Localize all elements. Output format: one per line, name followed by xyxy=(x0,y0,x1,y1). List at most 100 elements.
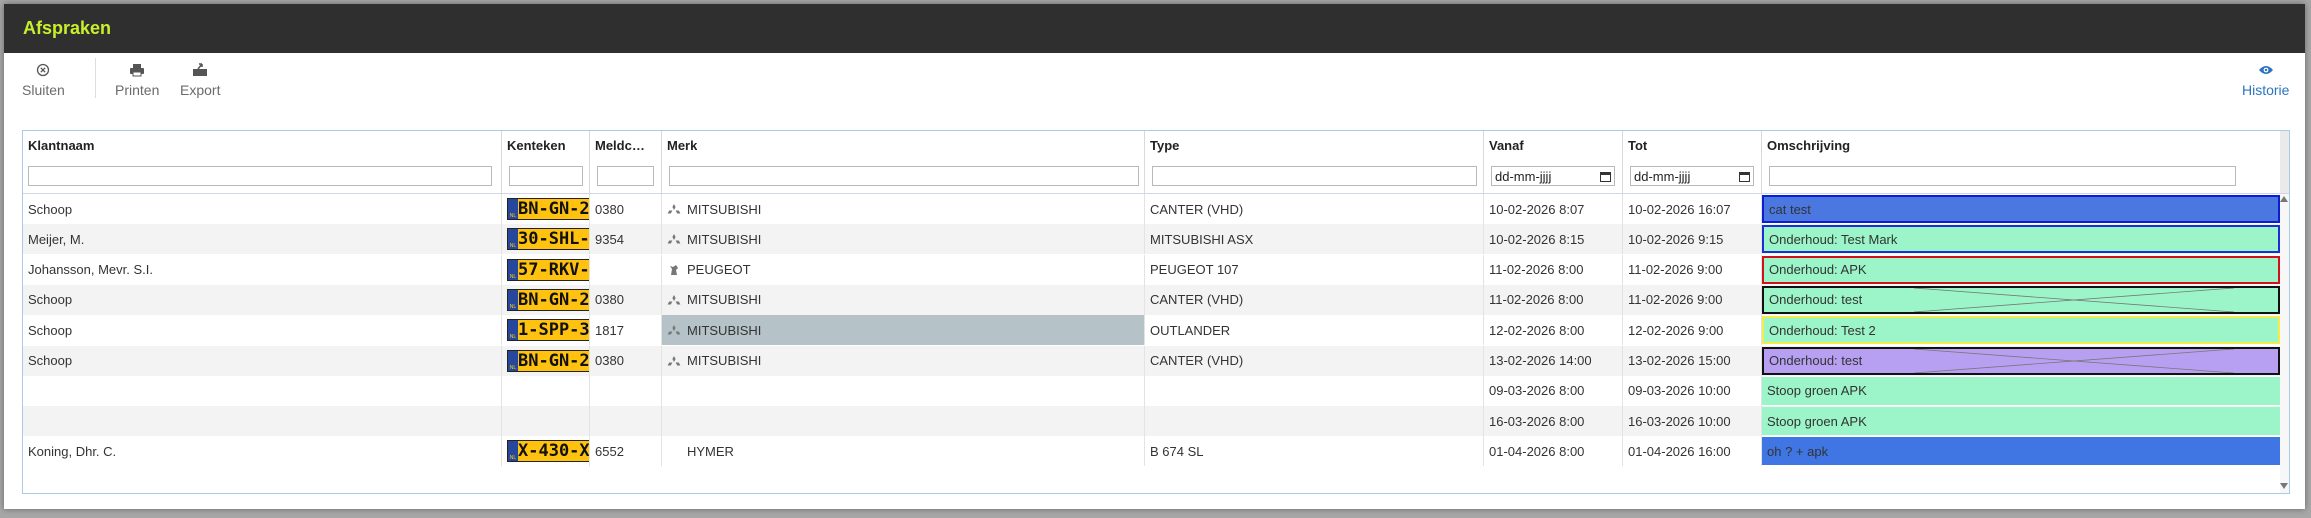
cell-type[interactable]: OUTLANDER xyxy=(1145,315,1484,346)
cell-tot[interactable]: 01-04-2026 16:00 xyxy=(1623,436,1762,467)
cell-vanaf[interactable]: 11-02-2026 8:00 xyxy=(1484,284,1623,315)
cell-vanaf[interactable]: 10-02-2026 8:15 xyxy=(1484,224,1623,255)
cell-tot[interactable]: 09-03-2026 10:00 xyxy=(1623,375,1762,406)
table-row[interactable]: Meijer, M. NL30-SHL-2 9354 MITSUBISHI MITSUB… xyxy=(23,224,2280,255)
cell-meldcode[interactable]: 0380 xyxy=(590,345,662,376)
export-button[interactable]: Export xyxy=(180,61,220,98)
cell-merk[interactable]: PEUGEOT xyxy=(662,254,1145,285)
cell-type[interactable]: MITSUBISHI ASX xyxy=(1145,224,1484,255)
history-button[interactable]: Historie xyxy=(2242,61,2289,98)
cell-vanaf[interactable]: 10-02-2026 8:07 xyxy=(1484,194,1623,224)
filter-type[interactable] xyxy=(1152,166,1477,186)
cell-vanaf[interactable]: 01-04-2026 8:00 xyxy=(1484,436,1623,467)
cell-merk[interactable]: MITSUBISHI xyxy=(662,315,1145,346)
cell-kenteken[interactable]: NL1-SPP-37 xyxy=(502,315,590,346)
cell-meldcode[interactable] xyxy=(590,375,662,406)
cell-tot[interactable]: 11-02-2026 9:00 xyxy=(1623,284,1762,315)
cell-kenteken[interactable]: NL57-RKV-8 xyxy=(502,254,590,285)
column-vanaf[interactable]: Vanaf dd-mm-jjjj xyxy=(1484,131,1623,193)
cell-merk[interactable]: MITSUBISHI xyxy=(662,345,1145,376)
cell-vanaf[interactable]: 16-03-2026 8:00 xyxy=(1484,406,1623,437)
cell-meldcode[interactable]: 9354 xyxy=(590,224,662,255)
cell-vanaf[interactable]: 09-03-2026 8:00 xyxy=(1484,375,1623,406)
table-row[interactable]: 16-03-2026 8:00 16-03-2026 10:00 Stoop gro… xyxy=(23,406,2280,437)
cell-omschrijving[interactable]: oh ? + apk xyxy=(1762,437,2280,466)
cell-merk[interactable] xyxy=(662,406,1145,437)
cell-type[interactable] xyxy=(1145,406,1484,437)
table-row[interactable]: Schoop NLBN-GN-22 0380 MITSUBISHI CANTER (VH… xyxy=(23,284,2280,315)
scroll-down-arrow-icon[interactable] xyxy=(2280,483,2288,489)
close-button[interactable]: Sluiten xyxy=(22,61,65,98)
cell-klantnaam[interactable] xyxy=(23,406,502,437)
table-row[interactable]: Schoop NLBN-GN-22 0380 MITSUBISHI CANTER (VH… xyxy=(23,345,2280,376)
cell-kenteken[interactable]: NLBN-GN-22 xyxy=(502,194,590,224)
cell-tot[interactable]: 10-02-2026 9:15 xyxy=(1623,224,1762,255)
cell-kenteken[interactable]: NLBN-GN-22 xyxy=(502,284,590,315)
cell-kenteken[interactable]: NLX-430-XS xyxy=(502,436,590,467)
cell-klantnaam[interactable]: Schoop xyxy=(23,284,502,315)
table-row[interactable]: Koning, Dhr. C. NLX-430-XS 6552 HYMER B 674 … xyxy=(23,436,2280,467)
cell-type[interactable]: CANTER (VHD) xyxy=(1145,284,1484,315)
scroll-up-arrow-icon[interactable] xyxy=(2280,196,2288,202)
cell-meldcode[interactable] xyxy=(590,254,662,285)
cell-klantnaam[interactable]: Schoop xyxy=(23,345,502,376)
cell-kenteken[interactable]: NLBN-GN-22 xyxy=(502,345,590,376)
cell-omschrijving[interactable]: Stoop groen APK xyxy=(1762,376,2280,405)
cell-meldcode[interactable] xyxy=(590,406,662,437)
cell-merk[interactable]: MITSUBISHI xyxy=(662,224,1145,255)
cell-omschrijving[interactable]: Onderhoud: APK xyxy=(1762,255,2280,284)
print-button[interactable]: Printen xyxy=(115,61,159,98)
table-row[interactable]: Schoop NL1-SPP-37 1817 MITSUBISHI OUTLANDER 1… xyxy=(23,315,2280,346)
column-meldcode[interactable]: Meldc… xyxy=(590,131,662,193)
cell-klantnaam[interactable]: Meijer, M. xyxy=(23,224,502,255)
column-merk[interactable]: Merk xyxy=(662,131,1145,193)
cell-tot[interactable]: 12-02-2026 9:00 xyxy=(1623,315,1762,346)
calendar-icon[interactable] xyxy=(1739,171,1750,182)
cell-tot[interactable]: 13-02-2026 15:00 xyxy=(1623,345,1762,376)
filter-kenteken[interactable] xyxy=(509,166,583,186)
cell-kenteken[interactable] xyxy=(502,406,590,437)
column-type[interactable]: Type xyxy=(1145,131,1484,193)
filter-meldcode[interactable] xyxy=(597,166,654,186)
table-row[interactable]: Johansson, Mevr. S.I. NL57-RKV-8 PEUGEOT PE… xyxy=(23,254,2280,285)
cell-tot[interactable]: 16-03-2026 10:00 xyxy=(1623,406,1762,437)
cell-tot[interactable]: 11-02-2026 9:00 xyxy=(1623,254,1762,285)
cell-omschrijving[interactable]: Onderhoud: Test Mark xyxy=(1762,225,2280,254)
cell-merk[interactable] xyxy=(662,375,1145,406)
cell-kenteken[interactable] xyxy=(502,375,590,406)
cell-type[interactable]: CANTER (VHD) xyxy=(1145,194,1484,224)
cell-omschrijving[interactable]: Stoop groen APK xyxy=(1762,407,2280,436)
vertical-scrollbar[interactable] xyxy=(2280,194,2289,493)
cell-tot[interactable]: 10-02-2026 16:07 xyxy=(1623,194,1762,224)
cell-vanaf[interactable]: 13-02-2026 14:00 xyxy=(1484,345,1623,376)
column-omschrijving[interactable]: Omschrijving xyxy=(1762,131,2280,193)
column-klantnaam[interactable]: Klantnaam xyxy=(23,131,502,193)
calendar-icon[interactable] xyxy=(1600,171,1611,182)
filter-merk[interactable] xyxy=(669,166,1139,186)
cell-klantnaam[interactable]: Schoop xyxy=(23,315,502,346)
cell-omschrijving[interactable]: Onderhoud: test xyxy=(1762,285,2280,314)
cell-type[interactable]: PEUGEOT 107 xyxy=(1145,254,1484,285)
filter-omschrijving[interactable] xyxy=(1769,166,2236,186)
column-kenteken[interactable]: Kenteken xyxy=(502,131,590,193)
cell-merk[interactable]: HYMER xyxy=(662,436,1145,467)
filter-tot-date[interactable]: dd-mm-jjjj xyxy=(1630,166,1754,186)
cell-omschrijving[interactable]: Onderhoud: Test 2 xyxy=(1762,316,2280,345)
cell-meldcode[interactable]: 6552 xyxy=(590,436,662,467)
table-row[interactable]: 09-03-2026 8:00 09-03-2026 10:00 Stoop gro… xyxy=(23,375,2280,406)
cell-klantnaam[interactable]: Schoop xyxy=(23,194,502,224)
cell-merk[interactable]: MITSUBISHI xyxy=(662,284,1145,315)
cell-klantnaam[interactable]: Johansson, Mevr. S.I. xyxy=(23,254,502,285)
filter-vanaf-date[interactable]: dd-mm-jjjj xyxy=(1491,166,1615,186)
cell-type[interactable]: B 674 SL xyxy=(1145,436,1484,467)
cell-meldcode[interactable]: 0380 xyxy=(590,194,662,224)
cell-type[interactable] xyxy=(1145,375,1484,406)
cell-omschrijving[interactable]: cat test xyxy=(1762,195,2280,223)
cell-kenteken[interactable]: NL30-SHL-2 xyxy=(502,224,590,255)
cell-meldcode[interactable]: 1817 xyxy=(590,315,662,346)
table-row[interactable]: Schoop NLBN-GN-22 0380 MITSUBISHI CANTER (VH… xyxy=(23,194,2280,224)
cell-vanaf[interactable]: 11-02-2026 8:00 xyxy=(1484,254,1623,285)
cell-vanaf[interactable]: 12-02-2026 8:00 xyxy=(1484,315,1623,346)
cell-merk[interactable]: MITSUBISHI xyxy=(662,194,1145,224)
cell-omschrijving[interactable]: Onderhoud: test xyxy=(1762,346,2280,375)
